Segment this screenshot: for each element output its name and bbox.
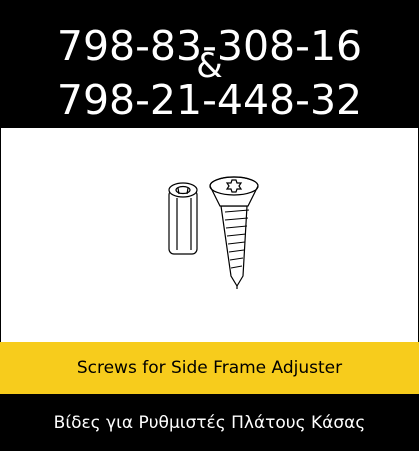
part-number-header: 798-83-308-16 & 798-21-448-32 [0, 0, 419, 128]
english-caption-band: Screws for Side Frame Adjuster [0, 342, 419, 394]
screw-illustration [168, 176, 259, 289]
english-caption: Screws for Side Frame Adjuster [76, 358, 343, 378]
product-label-card: 798-83-308-16 & 798-21-448-32 Screws for… [0, 0, 419, 451]
spacer-sleeve-icon [168, 182, 198, 255]
part-number-2: 798-21-448-32 [56, 76, 363, 124]
greek-caption: Βίδες για Ρυθμιστές Πλάτους Κάσας [53, 412, 366, 433]
product-illustration-area [0, 128, 419, 342]
greek-caption-band: Βίδες για Ρυθμιστές Πλάτους Κάσας [0, 394, 419, 451]
countersunk-screw-icon [209, 176, 259, 289]
